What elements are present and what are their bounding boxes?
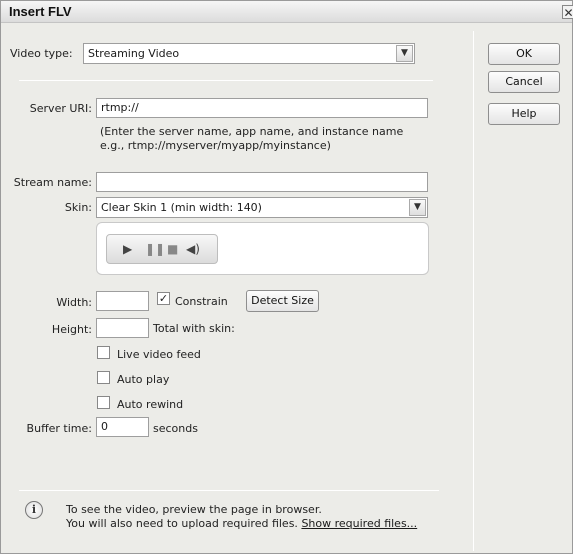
divider-bottom <box>19 490 439 491</box>
close-icon[interactable]: ✕ <box>562 5 573 20</box>
chevron-down-icon[interactable]: ▼ <box>396 45 413 62</box>
width-input[interactable] <box>96 291 149 311</box>
title-bar: Insert FLV ✕ <box>1 1 573 23</box>
cancel-button[interactable]: Cancel <box>488 71 560 93</box>
auto-rewind-checkbox[interactable] <box>97 396 110 409</box>
skin-label: Skin: <box>64 201 92 214</box>
show-required-files-link[interactable]: Show required files... <box>301 517 417 530</box>
footer-line2-text: You will also need to upload required fi… <box>66 517 298 530</box>
video-type-select[interactable]: Streaming Video ▼ <box>83 43 415 64</box>
buffer-time-unit: seconds <box>153 422 198 435</box>
skin-preview: ▶ ❚❚ ■ ◀) <box>96 222 429 275</box>
play-icon: ▶ <box>123 242 133 256</box>
server-uri-hint-line2: e.g., rtmp://myserver/myapp/myinstance) <box>100 139 331 152</box>
detect-size-button[interactable]: Detect Size <box>246 290 319 312</box>
skin-select[interactable]: Clear Skin 1 (min width: 140) ▼ <box>96 197 428 218</box>
ok-button[interactable]: OK <box>488 43 560 65</box>
volume-icon: ◀) <box>186 242 200 256</box>
divider-top <box>19 80 433 81</box>
info-icon: i <box>25 501 43 519</box>
live-video-feed-checkbox[interactable] <box>97 346 110 359</box>
constrain-label: Constrain <box>175 295 228 308</box>
height-input[interactable] <box>96 318 149 338</box>
pause-icon: ❚❚ <box>145 242 166 256</box>
width-label: Width: <box>56 296 92 309</box>
auto-rewind-label: Auto rewind <box>117 398 184 411</box>
auto-play-label: Auto play <box>117 373 170 386</box>
button-column-divider <box>473 31 474 551</box>
buffer-time-label: Buffer time: <box>26 422 92 435</box>
insert-flv-dialog: Insert FLV ✕ Video type: Streaming Video… <box>0 0 573 554</box>
height-label: Height: <box>51 323 92 336</box>
server-uri-hint-line1: (Enter the server name, app name, and in… <box>100 125 404 138</box>
stop-icon: ■ <box>167 242 179 256</box>
skin-value: Clear Skin 1 (min width: 140) <box>101 201 262 214</box>
server-uri-label: Server URI: <box>29 102 92 115</box>
buffer-time-input[interactable]: 0 <box>96 417 149 437</box>
stream-name-input[interactable] <box>96 172 428 192</box>
live-video-feed-label: Live video feed <box>117 348 201 361</box>
video-type-value: Streaming Video <box>88 47 180 60</box>
dialog-title: Insert FLV <box>9 4 72 19</box>
total-with-skin-label: Total with skin: <box>153 322 235 335</box>
auto-play-checkbox[interactable] <box>97 371 110 384</box>
constrain-checkbox[interactable]: ✓ <box>157 292 170 305</box>
stream-name-label: Stream name: <box>13 176 92 189</box>
help-button[interactable]: Help <box>488 103 560 125</box>
chevron-down-icon[interactable]: ▼ <box>409 199 426 216</box>
footer-line2: You will also need to upload required fi… <box>66 517 417 530</box>
skin-control-bar: ▶ ❚❚ ■ ◀) <box>106 234 218 264</box>
video-type-label: Video type: <box>10 47 73 60</box>
footer-line1: To see the video, preview the page in br… <box>66 503 322 516</box>
server-uri-input[interactable]: rtmp:// <box>96 98 428 118</box>
